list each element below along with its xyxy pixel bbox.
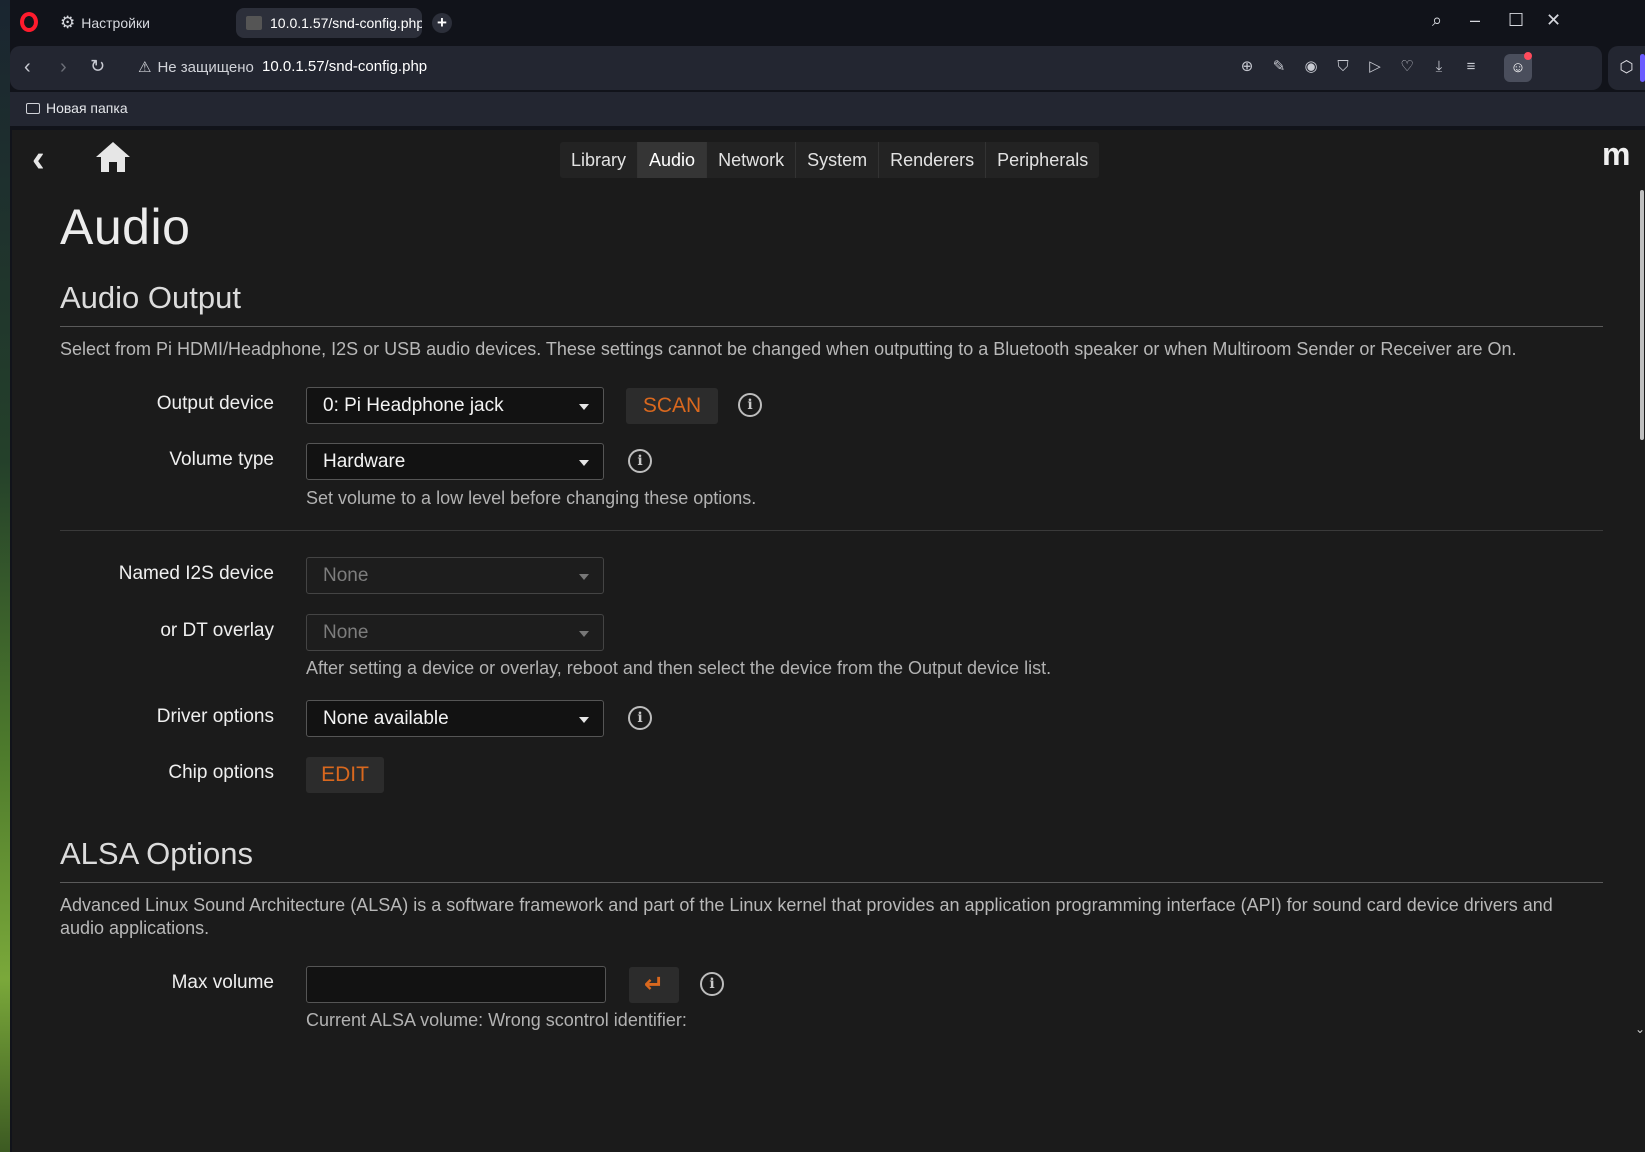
info-icon[interactable]: i	[700, 972, 724, 996]
back-icon[interactable]: ‹	[24, 56, 31, 79]
bookmarks-bar: Новая папка	[10, 92, 1645, 126]
max-volume-label: Max volume	[171, 972, 274, 993]
home-icon[interactable]	[94, 140, 132, 174]
zoom-icon[interactable]: ⊕	[1236, 56, 1258, 78]
back-chevron-icon[interactable]: ‹	[32, 138, 45, 181]
scan-button[interactable]: SCAN	[626, 388, 718, 424]
web-page: ‹ Library Audio Network System Renderers…	[12, 130, 1645, 1152]
driver-options-label: Driver options	[156, 706, 274, 727]
close-icon[interactable]: ✕	[1546, 10, 1561, 31]
info-icon[interactable]: i	[738, 393, 762, 417]
chevron-down-icon	[579, 574, 589, 580]
heart-icon[interactable]: ♡	[1396, 56, 1418, 78]
tab-snd-config[interactable]: 10.0.1.57/snd-config.php	[236, 8, 422, 38]
camera-icon[interactable]: ◉	[1300, 56, 1322, 78]
alsa-description: Advanced Linux Sound Architecture (ALSA)…	[60, 895, 1553, 938]
warning-icon: ⚠	[138, 59, 152, 76]
alsa-options-title: ALSA Options	[60, 836, 254, 871]
chevron-down-icon	[579, 404, 589, 410]
section-divider	[60, 882, 1603, 883]
browser-window: ⚙ Настройки 10.0.1.57/snd-config.php + ⌕…	[10, 0, 1645, 1152]
download-icon[interactable]: ⤓	[1428, 56, 1450, 78]
bookmark-folder[interactable]: Новая папка	[26, 100, 128, 116]
chevron-down-icon	[579, 631, 589, 637]
named-i2s-select[interactable]: None	[306, 557, 604, 594]
dt-overlay-label: or DT overlay	[160, 620, 274, 641]
scrollbar-thumb[interactable]	[1640, 190, 1644, 440]
driver-options-value: None available	[323, 708, 449, 729]
tab-peripherals[interactable]: Peripherals	[986, 142, 1099, 178]
new-tab-plus-icon[interactable]: +	[432, 13, 452, 33]
gear-icon: ⚙	[60, 13, 76, 32]
scroll-down-chevron-icon[interactable]: ⌄	[1635, 1022, 1645, 1036]
desktop-wallpaper	[0, 0, 10, 1152]
max-volume-input[interactable]	[306, 966, 606, 1003]
max-volume-submit-button[interactable]: ↵	[629, 967, 679, 1003]
tab-audio[interactable]: Audio	[638, 142, 708, 178]
section-divider	[60, 530, 1603, 531]
tab-system[interactable]: System	[796, 142, 880, 178]
named-i2s-value: None	[323, 565, 369, 586]
minimize-icon[interactable]: –	[1470, 10, 1480, 31]
tab-renderers[interactable]: Renderers	[879, 142, 987, 178]
named-i2s-label: Named I2S device	[118, 563, 274, 584]
maximize-icon[interactable]: ☐	[1508, 10, 1524, 31]
notification-dot	[1524, 52, 1532, 60]
tab-settings[interactable]: ⚙ Настройки	[50, 8, 228, 38]
output-device-value: 0: Pi Headphone jack	[323, 395, 504, 416]
edit-icon[interactable]: ✎	[1268, 56, 1290, 78]
info-icon[interactable]: i	[628, 706, 652, 730]
favicon-icon	[246, 16, 262, 30]
tab-settings-label: Настройки	[81, 15, 150, 31]
dt-overlay-select[interactable]: None	[306, 614, 604, 651]
tab-bar: ⚙ Настройки 10.0.1.57/snd-config.php + ⌕…	[10, 0, 1645, 46]
overlay-help-text: After setting a device or overlay, reboo…	[306, 658, 1052, 678]
security-indicator[interactable]: ⚠ Не защищено	[138, 58, 254, 77]
shield-icon[interactable]: ⛉	[1332, 56, 1354, 78]
main-nav-tabs: Library Audio Network System Renderers P…	[560, 142, 1100, 178]
tab-network[interactable]: Network	[707, 142, 797, 178]
volume-type-label: Volume type	[169, 449, 274, 470]
chevron-down-icon	[579, 460, 589, 466]
chip-options-label: Chip options	[168, 762, 274, 783]
driver-options-select[interactable]: None available	[306, 700, 604, 737]
opera-logo-icon[interactable]	[20, 12, 38, 32]
reload-icon[interactable]: ↻	[90, 56, 105, 77]
send-icon[interactable]: ▷	[1364, 56, 1386, 78]
output-device-label: Output device	[156, 393, 274, 414]
chevron-down-icon	[579, 717, 589, 723]
moode-logo[interactable]: m	[1602, 136, 1630, 173]
audio-output-description: Select from Pi HDMI/Headphone, I2S or US…	[60, 339, 1517, 359]
audio-output-title: Audio Output	[60, 280, 241, 315]
address-toolbar: ‹ › ↻ ⚠ Не защищено 10.0.1.57/snd-config…	[10, 46, 1602, 90]
tab-active-label: 10.0.1.57/snd-config.php	[270, 15, 422, 31]
sidebar-accent	[1640, 54, 1645, 82]
volume-type-select[interactable]: Hardware	[306, 443, 604, 480]
menu-icon[interactable]: ≡	[1460, 56, 1482, 78]
security-label: Не защищено	[157, 58, 254, 76]
current-alsa-volume-text: Current ALSA volume: Wrong scontrol iden…	[306, 1010, 687, 1030]
volume-help-text: Set volume to a low level before changin…	[306, 488, 757, 508]
info-icon[interactable]: i	[628, 449, 652, 473]
volume-type-value: Hardware	[323, 451, 406, 472]
section-divider	[60, 326, 1603, 327]
forward-icon[interactable]: ›	[60, 56, 67, 79]
address-url[interactable]: 10.0.1.57/snd-config.php	[262, 58, 427, 75]
dt-overlay-value: None	[323, 622, 369, 643]
tab-library[interactable]: Library	[560, 142, 639, 178]
toolbar-icons: ⊕ ✎ ◉ ⛉ ▷ ♡ ⤓ ≡	[1236, 56, 1482, 78]
page-title: Audio	[60, 199, 191, 255]
bookmark-folder-label: Новая папка	[46, 100, 128, 116]
edit-chip-options-button[interactable]: EDIT	[306, 757, 384, 793]
output-device-select[interactable]: 0: Pi Headphone jack	[306, 387, 604, 424]
folder-icon	[26, 102, 40, 114]
search-tabs-icon[interactable]: ⌕	[1432, 10, 1442, 31]
